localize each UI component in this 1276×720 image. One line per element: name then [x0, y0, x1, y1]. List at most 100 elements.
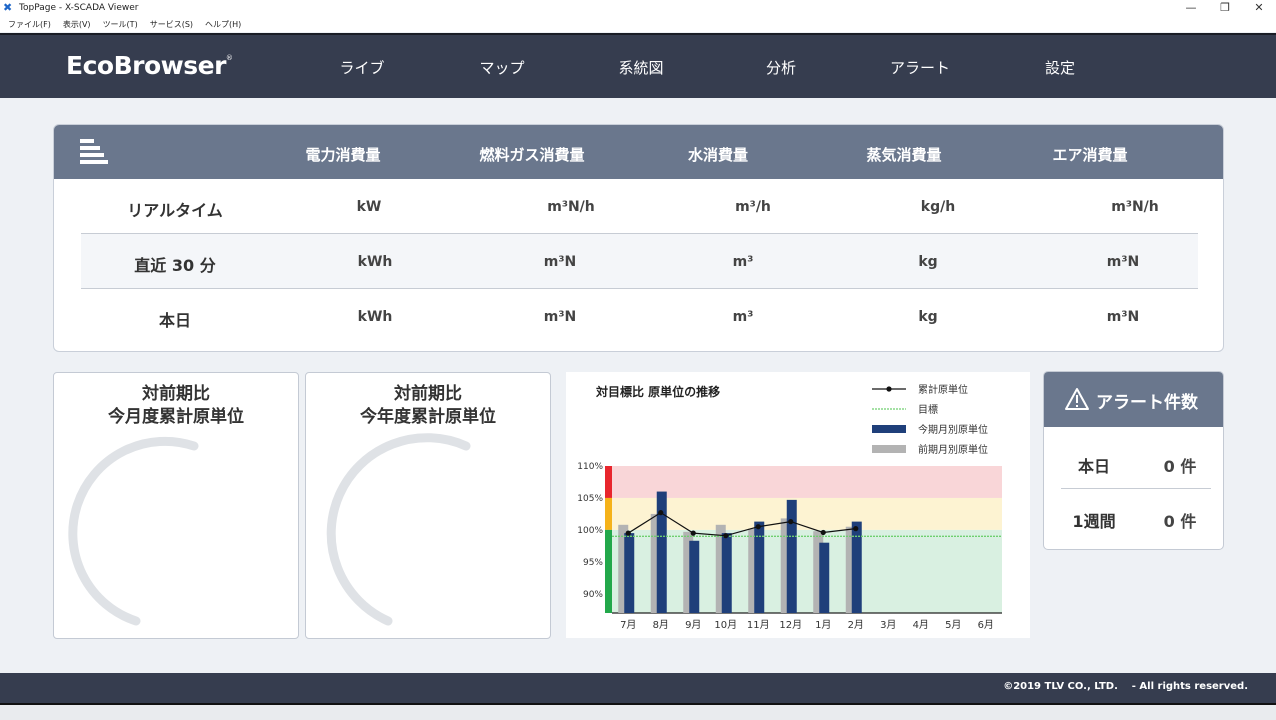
x-tick-label: 1月 — [815, 619, 831, 631]
menu-service[interactable]: サービス(S) — [150, 19, 193, 30]
alert-row-value: 0 件 — [1163, 457, 1197, 476]
gauge-card-yearly: 対前期比 今年度累計原単位 — [305, 372, 551, 639]
gauge-card-monthly: 対前期比 今月度累計原単位 — [53, 372, 299, 639]
x-tick-label: 9月 — [685, 619, 701, 631]
legend-swatch — [872, 445, 906, 453]
x-tick-label: 10月 — [714, 619, 737, 631]
table-cell: kg/h — [920, 199, 956, 215]
nav-diagram[interactable]: 系統図 — [618, 57, 663, 78]
x-icon: ✖ — [3, 1, 13, 14]
list-icon — [80, 139, 108, 167]
legend-swatch — [872, 425, 906, 433]
bar-current-period — [689, 540, 700, 613]
legend-swatch-point — [886, 386, 892, 392]
copyright-text: ©2019 TLV CO., LTD. - All rights reserve… — [1003, 681, 1248, 692]
alert-row-label: 本日 — [1077, 457, 1111, 476]
alert-row-week: 1週間 0 件 — [1044, 489, 1223, 544]
table-cell: m³N — [543, 309, 577, 325]
bar-current-period — [624, 533, 635, 613]
table-cell: m³N — [543, 254, 577, 270]
x-tick-label: 12月 — [779, 619, 802, 631]
chart-band — [612, 529, 1002, 613]
bar-current-period — [819, 542, 830, 613]
nav-analysis[interactable]: 分析 — [766, 57, 796, 78]
menu-help[interactable]: ヘルプ(H) — [205, 19, 241, 30]
x-tick-label: 8月 — [653, 619, 669, 631]
nav-alert[interactable]: アラート — [890, 57, 950, 78]
nav-live[interactable]: ライブ — [339, 57, 384, 78]
table-cell: m³N/h — [1111, 199, 1159, 215]
close-icon[interactable]: ✕ — [1242, 0, 1276, 16]
window-bottom-strip — [0, 703, 1276, 720]
table-cell: kg — [918, 254, 938, 270]
alert-count-card[interactable]: アラート件数 本日 0 件 1週間 0 件 — [1043, 371, 1224, 550]
bar-current-period — [786, 499, 797, 613]
bar-current-period — [754, 521, 765, 613]
table-row-today: 本日 kWh m³N m³ kg m³N — [81, 289, 1198, 344]
alert-header: アラート件数 — [1044, 372, 1223, 427]
nav-map[interactable]: マップ — [479, 57, 524, 78]
table-cell: m³N — [1106, 309, 1140, 325]
table-cell: kWh — [357, 254, 393, 270]
warning-icon — [1065, 388, 1089, 410]
window-titlebar: ✖ TopPage - X-SCADA Viewer — ❐ ✕ — [0, 0, 1276, 16]
bar-current-period — [656, 491, 667, 613]
cumulative-point — [658, 510, 664, 516]
window-controls: — ❐ ✕ — [1174, 0, 1276, 16]
cumulative-point — [723, 533, 729, 539]
bar-current-period — [851, 521, 862, 613]
x-tick-label: 11月 — [747, 619, 770, 631]
nav-settings[interactable]: 設定 — [1045, 57, 1075, 78]
table-cell: m³ — [732, 309, 754, 325]
y-tick-label: 95% — [583, 558, 603, 568]
y-tick-label: 105% — [577, 494, 603, 504]
row-label: 直近 30 分 — [134, 256, 216, 275]
gauge-arc — [326, 433, 471, 626]
chart-band — [612, 466, 1002, 498]
bar-current-period — [721, 533, 732, 613]
cumulative-point — [625, 530, 631, 536]
x-tick-label: 6月 — [978, 619, 994, 631]
x-tick-label: 2月 — [848, 619, 864, 631]
minimize-icon[interactable]: — — [1174, 0, 1208, 16]
table-row-last-30min: 直近 30 分 kWh m³N m³ kg m³N — [81, 234, 1198, 289]
y-tick-label: 110% — [577, 462, 603, 472]
chart-plot: 110% 105% 100% 95% 90% 7月 8月 9月 10月 11月 12月 1月 2月 3月 4… — [577, 462, 1002, 631]
column-header-water: 水消費量 — [687, 146, 749, 164]
column-header-fuel-gas: 燃料ガス消費量 — [479, 146, 585, 164]
top-navigation: EcoBrowser® ライブ マップ 系統図 分析 アラート 設定 — [0, 33, 1276, 98]
x-tick-label: 5月 — [945, 619, 961, 631]
cumulative-point — [853, 526, 859, 532]
legend-label: 累計原単位 — [918, 383, 968, 396]
legend-label: 前期月別原単位 — [918, 443, 988, 456]
logo[interactable]: EcoBrowser® — [66, 51, 233, 80]
x-tick-label: 3月 — [880, 619, 896, 631]
logo-mark: ® — [225, 54, 233, 62]
menu-tools[interactable]: ツール(T) — [103, 19, 138, 30]
alert-title: アラート件数 — [1096, 393, 1198, 413]
chart-side-band — [605, 497, 612, 530]
alert-row-value: 0 件 — [1163, 512, 1197, 531]
y-tick-label: 100% — [577, 526, 603, 536]
restore-icon[interactable]: ❐ — [1208, 0, 1242, 16]
y-tick-label: 90% — [583, 590, 603, 600]
menubar: ファイル(F) 表示(V) ツール(T) サービス(S) ヘルプ(H) — [0, 16, 1276, 32]
legend-label: 目標 — [918, 403, 938, 416]
chart-side-band — [605, 466, 612, 498]
column-header-steam: 蒸気消費量 — [866, 146, 942, 164]
alert-row-label: 1週間 — [1072, 512, 1116, 531]
logo-text: EcoBrowser — [66, 51, 226, 80]
table-cell: kg — [918, 309, 938, 325]
menu-view[interactable]: 表示(V) — [63, 19, 91, 30]
chart-band — [612, 497, 1002, 530]
chart-title: 対目標比 原単位の推移 — [595, 384, 720, 399]
cumulative-point — [788, 519, 794, 525]
menu-file[interactable]: ファイル(F) — [8, 19, 51, 30]
footer: ©2019 TLV CO., LTD. - All rights reserve… — [0, 673, 1276, 703]
x-tick-label: 4月 — [913, 619, 929, 631]
cumulative-point — [690, 530, 696, 536]
table-cell: kW — [356, 199, 382, 215]
table-cell: m³N/h — [547, 199, 595, 215]
table-cell: m³ — [732, 254, 754, 270]
table-cell: m³/h — [735, 199, 771, 215]
